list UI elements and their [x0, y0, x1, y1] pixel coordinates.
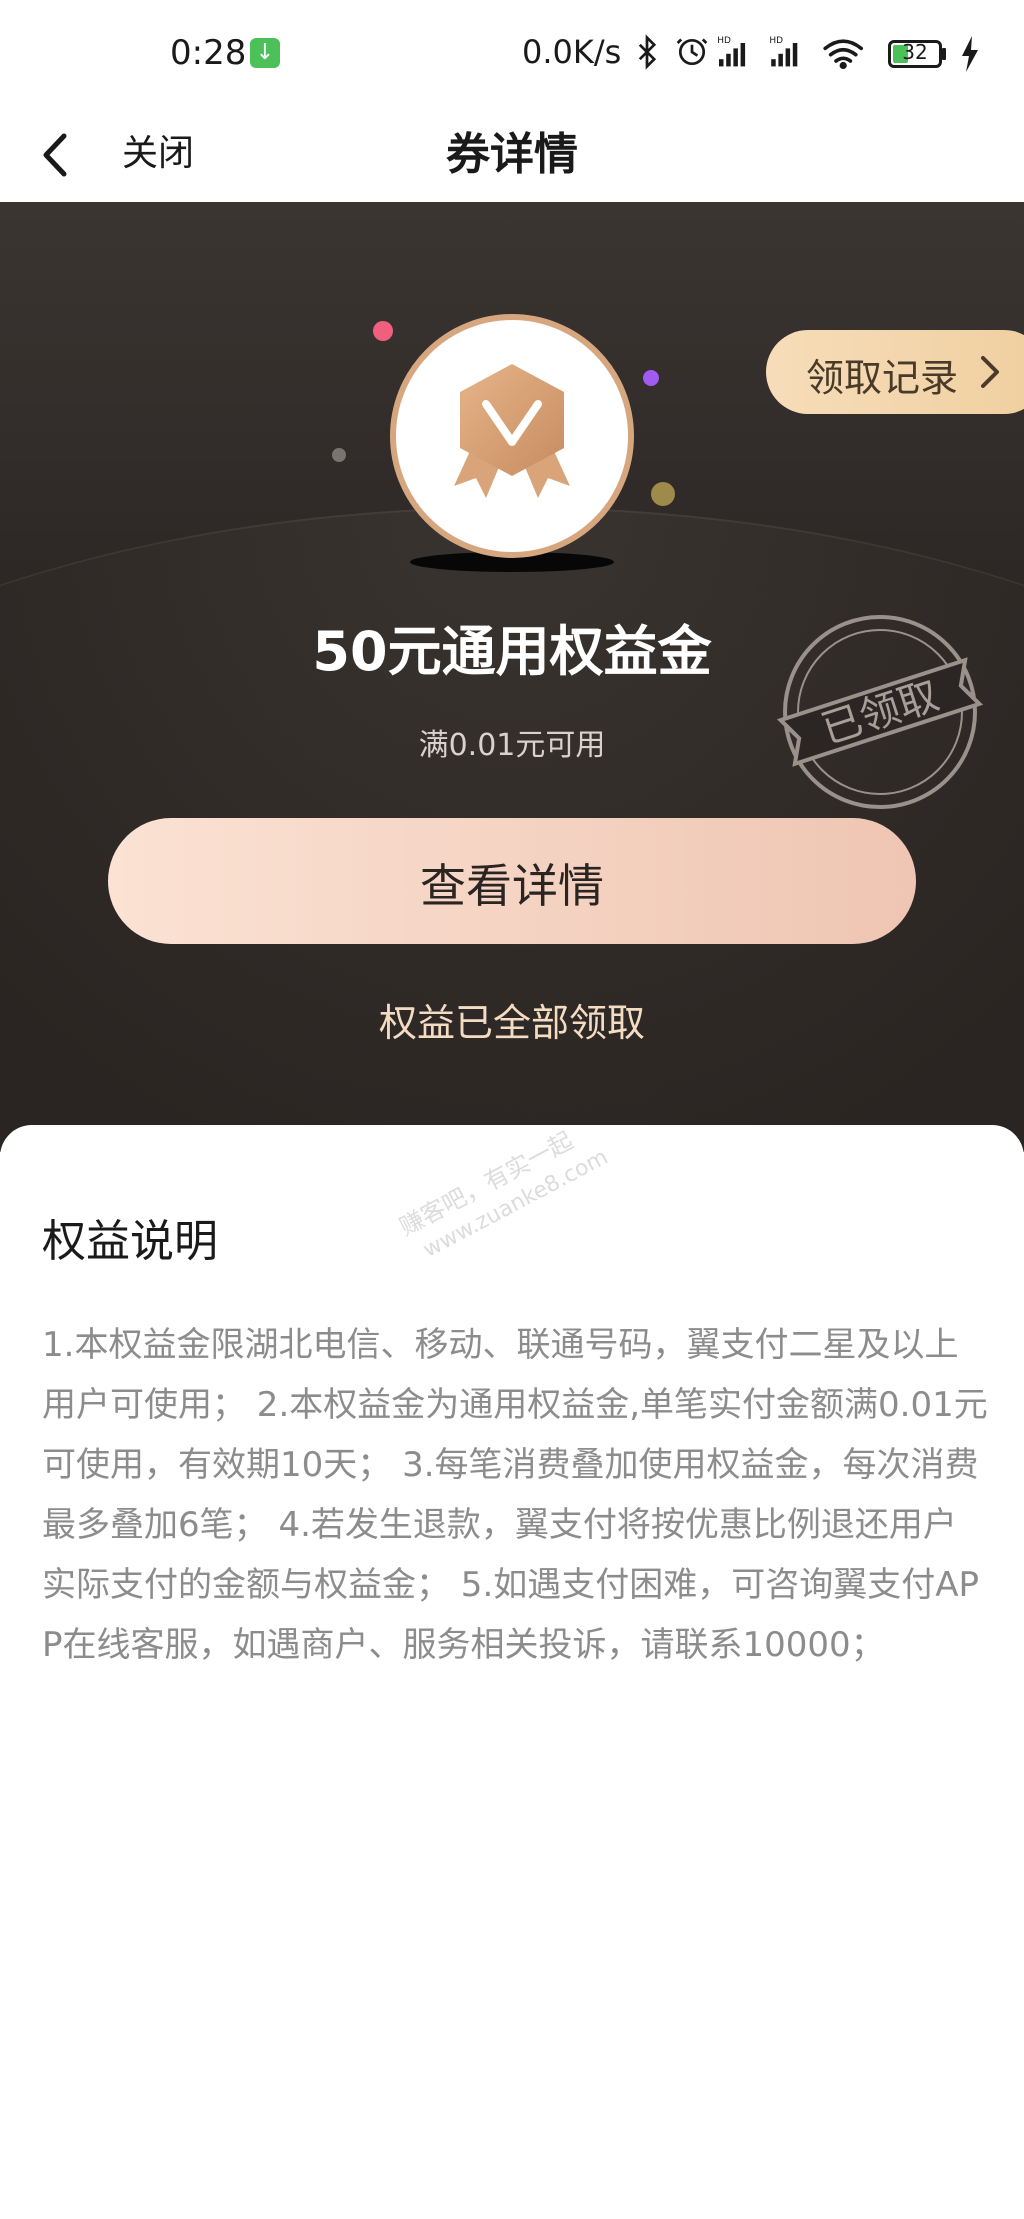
rules-sheet: 权益说明 1.本权益金限湖北电信、移动、联通号码，翼支付二星及以上用户可使用； …: [0, 1125, 1024, 2219]
view-details-label: 查看详情: [420, 859, 604, 913]
decor-dot-pink: [373, 321, 393, 341]
battery-cap: [942, 48, 946, 60]
download-icon: ↓: [250, 38, 280, 68]
status-bar: 0:28 ↓ 0.0K/s HD HD 32: [0, 0, 1024, 110]
battery-level: 32: [902, 40, 928, 64]
svg-text:HD: HD: [717, 36, 731, 46]
claimed-stamp-text: 已领取: [816, 673, 944, 754]
signal-hd-icon: HD: [769, 36, 798, 67]
page-title: 券详情: [446, 129, 578, 180]
battery-icon: 32: [888, 40, 942, 68]
rules-title: 权益说明: [42, 1216, 218, 1267]
bluetooth-icon: [638, 34, 657, 70]
decor-dot-purple: [643, 370, 659, 386]
status-time: 0:28: [170, 33, 247, 73]
status-icons: HD HD: [638, 34, 863, 70]
claim-records-label: 领取记录: [806, 356, 959, 400]
charging-icon: [962, 36, 978, 72]
decor-dot-olive: [651, 482, 675, 506]
decor-dot-grey: [332, 448, 346, 462]
signal-hd-icon: HD: [717, 36, 746, 67]
alarm-icon: [676, 38, 708, 66]
wifi-icon: [823, 39, 863, 70]
medal-badge: [390, 314, 634, 558]
claim-records-button[interactable]: 领取记录: [766, 330, 1024, 414]
all-claimed-status: 权益已全部领取: [378, 1001, 645, 1045]
rules-body: 1.本权益金限湖北电信、移动、联通号码，翼支付二星及以上用户可使用； 2.本权益…: [42, 1325, 988, 1665]
ribbon-badge-icon: [454, 364, 570, 498]
navbar: 关闭 券详情: [0, 110, 1024, 202]
claimed-stamp: 已领取: [776, 615, 984, 809]
network-speed: 0.0K/s: [522, 33, 622, 71]
svg-text:HD: HD: [769, 36, 783, 46]
chevron-right-icon: [981, 356, 999, 388]
view-details-button[interactable]: 查看详情: [108, 818, 916, 944]
coupon-hero: 领取记录 50元通用权益金 满0.01元可用 已领取 查看详情 权益已全部领取: [0, 202, 1024, 1152]
